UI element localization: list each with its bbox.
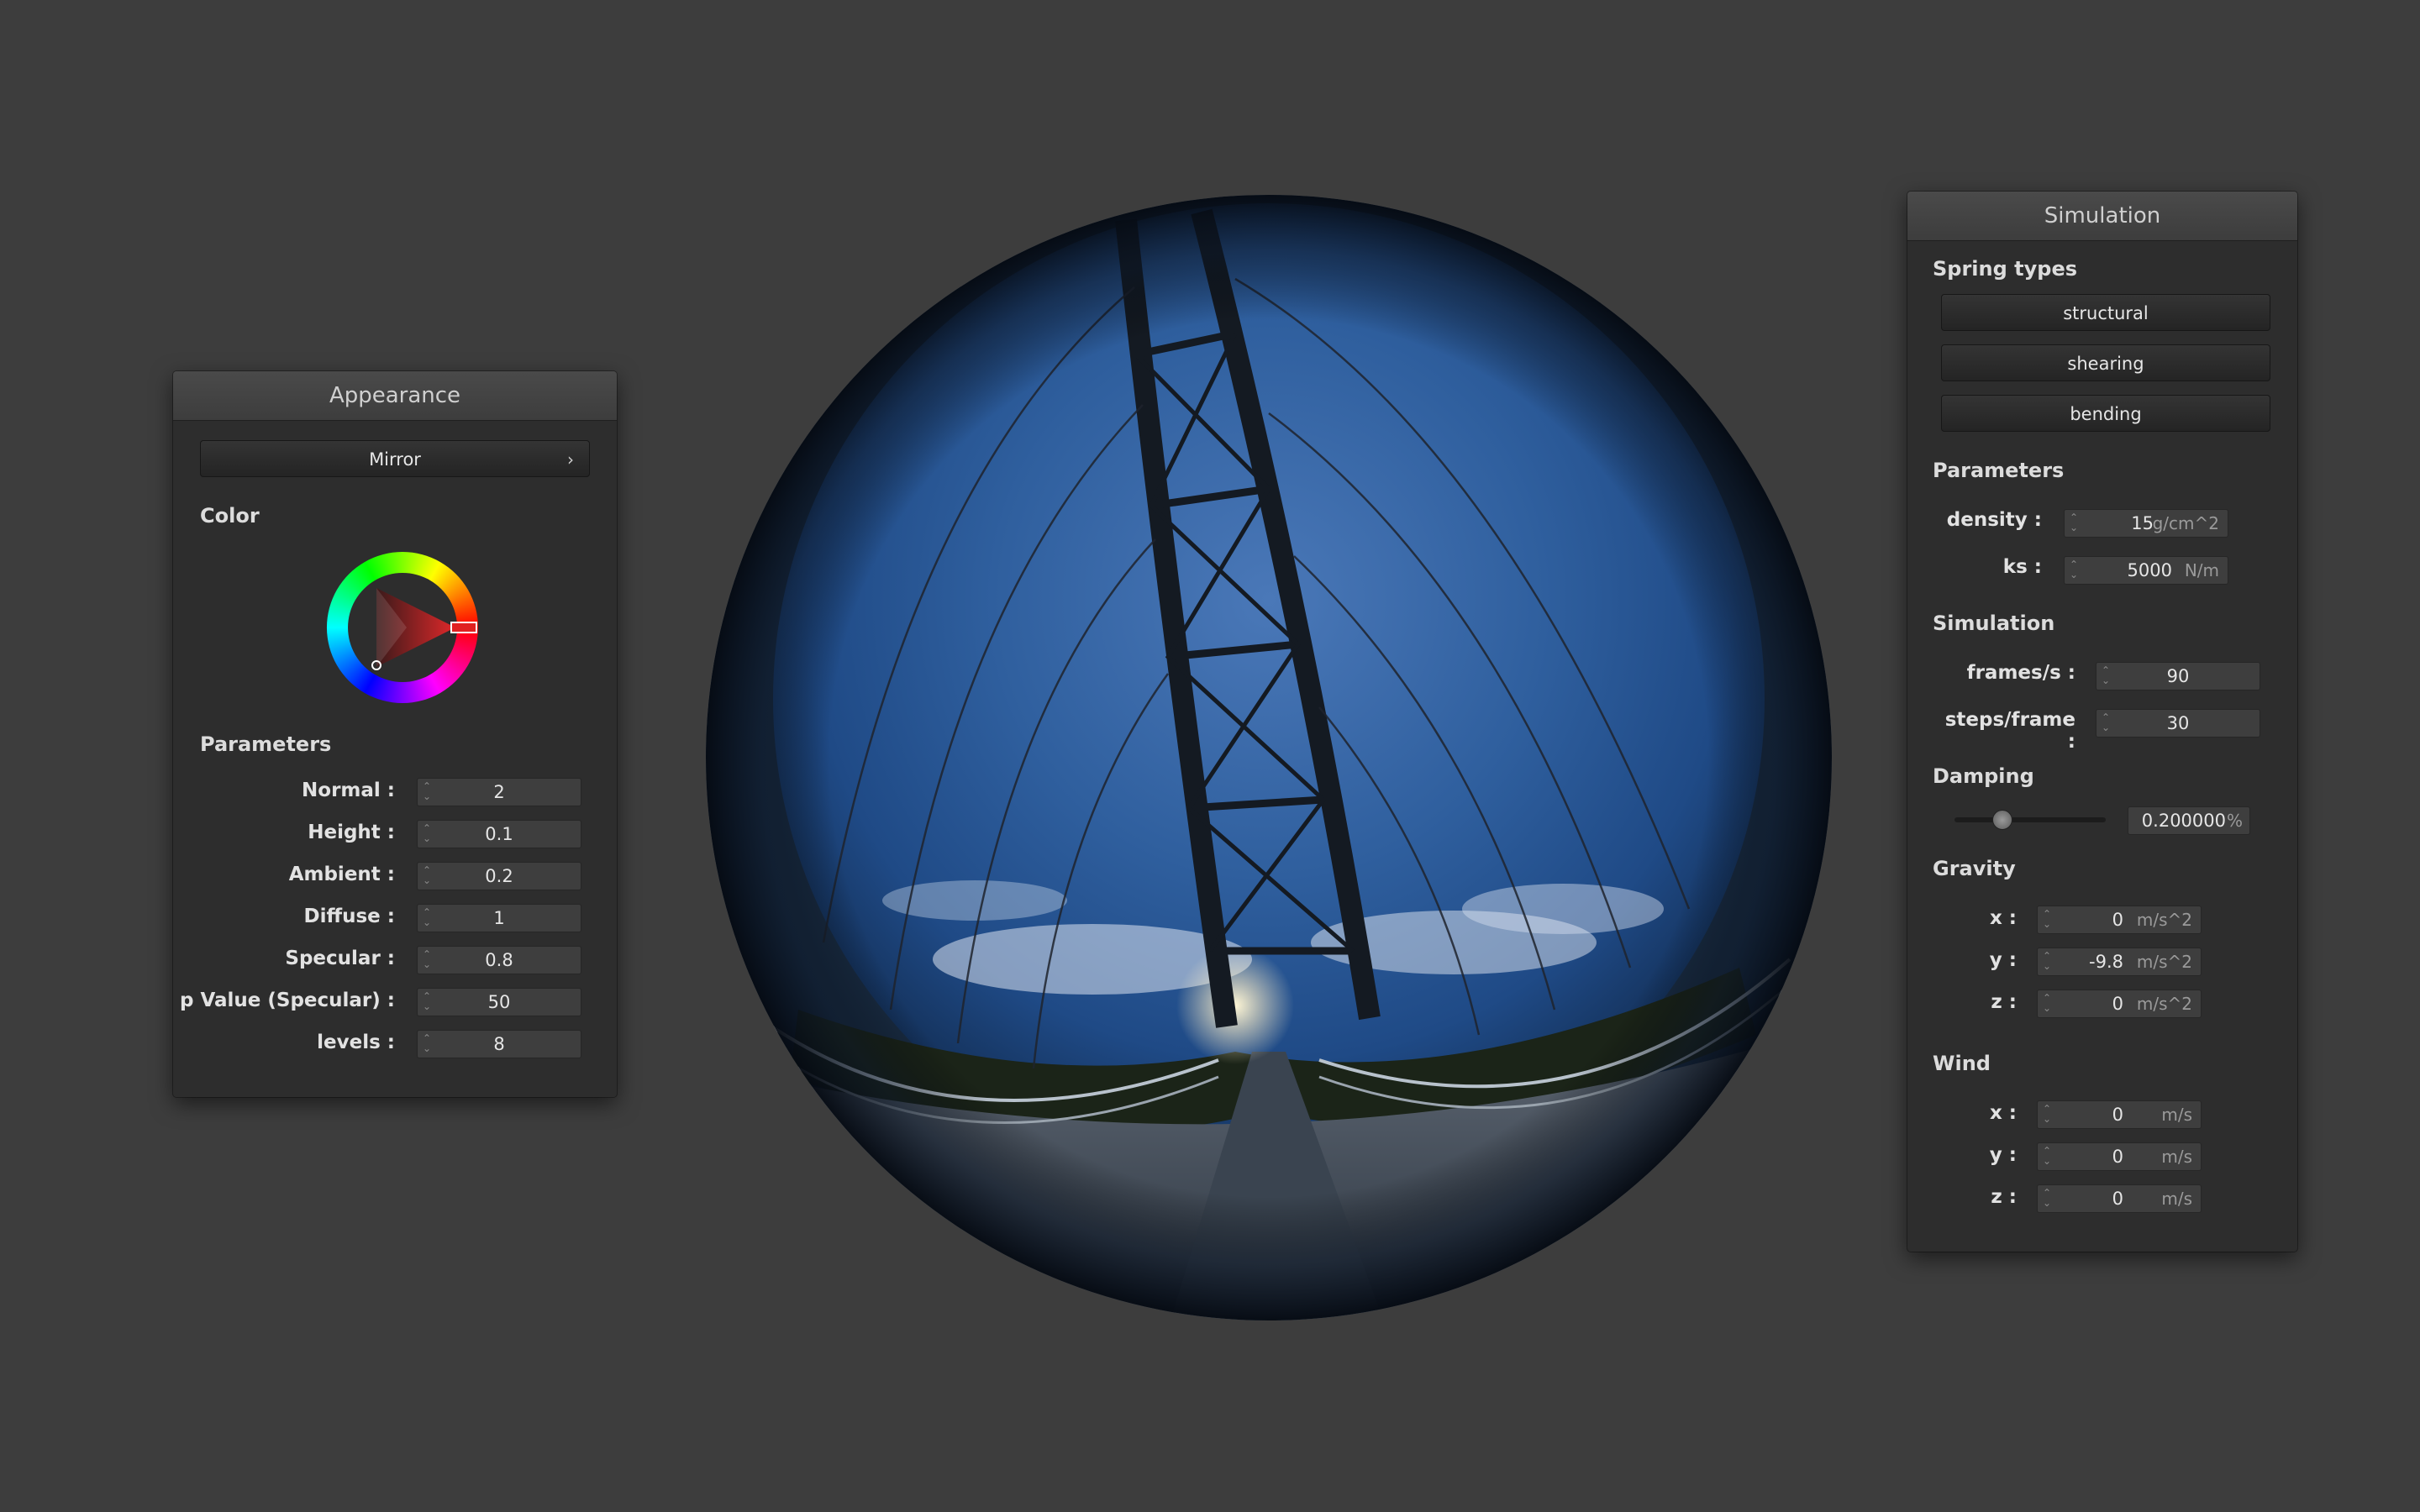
gravity-y-unit: m/s^2 bbox=[2136, 952, 2192, 972]
appearance-panel: Appearance Mirror › Color Parameters Nor… bbox=[173, 371, 617, 1097]
damping-slider-track bbox=[1954, 817, 2106, 822]
steps-field[interactable]: ⌃ ⌄ 30 bbox=[2096, 709, 2260, 738]
simulation-panel: Simulation Spring types structural shear… bbox=[1907, 192, 2297, 1252]
wind-x-label: x : bbox=[1989, 1102, 2017, 1124]
spinner-icon[interactable]: ⌃ ⌄ bbox=[2070, 512, 2080, 534]
sim-parameters-label: Parameters bbox=[1933, 459, 2065, 482]
normal-field[interactable]: ⌃ ⌄ 2 bbox=[417, 778, 581, 806]
levels-label: levels : bbox=[317, 1032, 395, 1053]
wind-x-field[interactable]: ⌃ ⌄ 0 m/s bbox=[2037, 1100, 2202, 1129]
hue-selector-handle bbox=[450, 622, 477, 633]
ambient-field[interactable]: ⌃ ⌄ 0.2 bbox=[417, 862, 581, 890]
damping-field[interactable]: 0.200000 % bbox=[2128, 806, 2250, 835]
spinner-icon[interactable]: ⌃ ⌄ bbox=[2043, 909, 2053, 931]
steps-value: 30 bbox=[2166, 713, 2190, 733]
normal-label: Normal : bbox=[302, 780, 395, 801]
ks-field[interactable]: ⌃ ⌄ 5000 N/m bbox=[2064, 556, 2228, 585]
spinner-icon[interactable]: ⌃ ⌄ bbox=[2043, 993, 2053, 1015]
gravity-y-label: y : bbox=[1989, 949, 2017, 971]
specular-field[interactable]: ⌃ ⌄ 0.8 bbox=[417, 946, 581, 974]
p-value-specular-field[interactable]: ⌃ ⌄ 50 bbox=[417, 988, 581, 1016]
gravity-y-value: -9.8 bbox=[2089, 952, 2123, 972]
wind-label: Wind bbox=[1933, 1052, 1991, 1075]
density-label: density : bbox=[1946, 509, 2042, 531]
spring-types-label: Spring types bbox=[1933, 257, 2078, 281]
levels-field[interactable]: ⌃ ⌄ 8 bbox=[417, 1030, 581, 1058]
chevron-right-icon: › bbox=[567, 449, 574, 470]
normal-value: 2 bbox=[493, 782, 505, 802]
density-field[interactable]: ⌃ ⌄ 15 g/cm^2 bbox=[2064, 509, 2228, 538]
gravity-z-label: z : bbox=[1991, 991, 2017, 1013]
wind-y-value: 0 bbox=[2112, 1147, 2123, 1167]
ambient-label: Ambient : bbox=[288, 864, 395, 885]
wind-y-field[interactable]: ⌃ ⌄ 0 m/s bbox=[2037, 1142, 2202, 1171]
spinner-icon[interactable]: ⌃ ⌄ bbox=[2043, 1146, 2053, 1168]
color-wheel[interactable] bbox=[323, 548, 482, 707]
sim-simulation-label: Simulation bbox=[1933, 612, 2055, 635]
wind-y-unit: m/s bbox=[2161, 1147, 2192, 1167]
wind-z-value: 0 bbox=[2112, 1189, 2123, 1209]
ks-label: ks : bbox=[2002, 556, 2042, 578]
spinner-icon[interactable]: ⌃ ⌄ bbox=[2043, 1188, 2053, 1210]
wind-z-field[interactable]: ⌃ ⌄ 0 m/s bbox=[2037, 1184, 2202, 1213]
frames-value: 90 bbox=[2166, 666, 2190, 686]
gravity-x-unit: m/s^2 bbox=[2136, 910, 2192, 930]
damping-label: Damping bbox=[1933, 764, 2034, 788]
specular-label: Specular : bbox=[285, 948, 395, 969]
wind-x-unit: m/s bbox=[2161, 1105, 2192, 1125]
damping-slider-handle[interactable] bbox=[1992, 810, 2012, 830]
steps-label: steps/frame : bbox=[1944, 709, 2075, 753]
height-value: 0.1 bbox=[485, 824, 513, 844]
levels-value: 8 bbox=[493, 1034, 505, 1054]
ks-value: 5000 bbox=[2127, 560, 2172, 580]
wind-y-label: y : bbox=[1989, 1144, 2017, 1166]
spring-structural-button[interactable]: structural bbox=[1941, 294, 2270, 331]
diffuse-field[interactable]: ⌃ ⌄ 1 bbox=[417, 904, 581, 932]
frames-label: frames/s : bbox=[1966, 662, 2075, 684]
diffuse-label: Diffuse : bbox=[303, 906, 395, 927]
parameters-section-label: Parameters bbox=[200, 732, 332, 756]
gravity-x-value: 0 bbox=[2112, 910, 2123, 930]
material-value: Mirror bbox=[369, 449, 421, 470]
p-value-specular-value: 50 bbox=[487, 992, 511, 1012]
gravity-z-unit: m/s^2 bbox=[2136, 994, 2192, 1014]
color-section-label: Color bbox=[200, 504, 260, 528]
gravity-label: Gravity bbox=[1933, 857, 2016, 880]
damping-unit: % bbox=[2226, 811, 2243, 831]
spinner-icon[interactable]: ⌃ ⌄ bbox=[2043, 1104, 2053, 1126]
ks-unit: N/m bbox=[2184, 560, 2219, 580]
height-label: Height : bbox=[308, 822, 395, 843]
ambient-value: 0.2 bbox=[485, 866, 513, 886]
gravity-z-field[interactable]: ⌃ ⌄ 0 m/s^2 bbox=[2037, 990, 2202, 1018]
spinner-icon[interactable]: ⌃ ⌄ bbox=[2070, 559, 2080, 581]
gravity-x-label: x : bbox=[1989, 907, 2017, 929]
height-field[interactable]: ⌃ ⌄ 0.1 bbox=[417, 820, 581, 848]
diffuse-value: 1 bbox=[493, 908, 505, 928]
material-dropdown[interactable]: Mirror › bbox=[200, 440, 590, 477]
gravity-z-value: 0 bbox=[2112, 994, 2123, 1014]
frames-field[interactable]: ⌃ ⌄ 90 bbox=[2096, 662, 2260, 690]
damping-value: 0.200000 bbox=[2141, 811, 2226, 831]
wind-z-label: z : bbox=[1991, 1186, 2017, 1208]
specular-value: 0.8 bbox=[485, 950, 513, 970]
spinner-icon[interactable]: ⌃ ⌄ bbox=[2043, 951, 2053, 973]
simulation-title: Simulation bbox=[1907, 192, 2297, 241]
gravity-y-field[interactable]: ⌃ ⌄ -9.8 m/s^2 bbox=[2037, 948, 2202, 976]
appearance-title: Appearance bbox=[173, 371, 617, 421]
spring-shearing-button[interactable]: shearing bbox=[1941, 344, 2270, 381]
wind-z-unit: m/s bbox=[2161, 1189, 2192, 1209]
p-value-specular-label: p Value (Specular) : bbox=[179, 990, 395, 1011]
spring-bending-button[interactable]: bending bbox=[1941, 395, 2270, 432]
density-value: 15 bbox=[2131, 513, 2154, 533]
damping-slider[interactable] bbox=[1954, 810, 2106, 830]
gravity-x-field[interactable]: ⌃ ⌄ 0 m/s^2 bbox=[2037, 906, 2202, 934]
wind-x-value: 0 bbox=[2112, 1105, 2123, 1125]
density-unit: g/cm^2 bbox=[2152, 513, 2219, 533]
reflective-sphere[interactable] bbox=[697, 186, 1840, 1329]
